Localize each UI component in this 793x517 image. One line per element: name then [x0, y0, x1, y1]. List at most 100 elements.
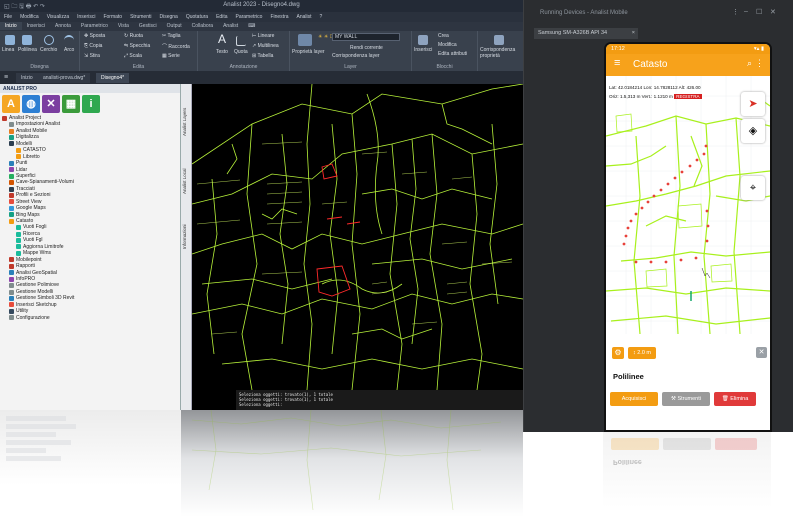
- hamburger-icon[interactable]: ≡: [614, 57, 620, 69]
- delete-button[interactable]: 🗑 Elimina: [714, 392, 756, 406]
- ribbon-tab[interactable]: ⌨: [243, 22, 260, 30]
- close-icon[interactable]: ✕: [770, 8, 776, 16]
- compass-icon[interactable]: ➤: [741, 92, 765, 116]
- ribbon-tab[interactable]: Inizio: [0, 22, 22, 30]
- fillet-button[interactable]: ⌒ Raccorda: [162, 43, 190, 50]
- polyline-button[interactable]: Polilinea: [18, 47, 37, 53]
- insert-block-button[interactable]: Inserisci: [414, 47, 432, 53]
- minimize-icon[interactable]: –: [744, 8, 748, 15]
- stretch-button[interactable]: ⇲ Stira: [84, 53, 100, 59]
- layer-properties-button[interactable]: Proprietà layer: [292, 49, 325, 55]
- search-icon[interactable]: ⌕: [747, 58, 752, 69]
- hamburger-icon[interactable]: ≡: [4, 74, 8, 81]
- copy-button[interactable]: ⎘ Copia: [84, 43, 102, 49]
- menu-item[interactable]: File: [0, 12, 16, 22]
- scale-button[interactable]: ⤢ Scala: [124, 53, 142, 59]
- menu-item[interactable]: Modifica: [16, 12, 43, 22]
- acquire-button[interactable]: Acquisisci: [610, 392, 658, 406]
- line-icon[interactable]: [5, 35, 15, 45]
- menu-item[interactable]: Disegna: [155, 12, 181, 22]
- my-location-icon[interactable]: ⌖: [741, 176, 765, 200]
- multileader-button[interactable]: ↗ Multilinea: [252, 43, 279, 49]
- globe-icon[interactable]: ◍: [22, 95, 40, 113]
- dimension-button[interactable]: Quota: [234, 49, 248, 55]
- rotate-button[interactable]: ↻ Ruota: [124, 33, 143, 39]
- tree-item[interactable]: Configurazione: [2, 315, 180, 321]
- coords-line-2: Oriz: 1.5,313 m Vert.: 1.1210 m REGISTRA: [609, 94, 702, 99]
- vtab-analist-layers[interactable]: Analist Layers: [182, 92, 191, 152]
- menu-item[interactable]: Strumenti: [126, 12, 155, 22]
- dimension-icon[interactable]: [236, 36, 246, 46]
- menu-item[interactable]: Finestra: [266, 12, 292, 22]
- ribbon-tab[interactable]: Inserisci: [22, 22, 50, 30]
- panel-toolbar: A ◍ ✕ ▦ i: [0, 93, 180, 115]
- ribbon-tab[interactable]: Output: [162, 22, 187, 30]
- create-block-button[interactable]: Crea: [438, 33, 449, 39]
- ribbon-tab[interactable]: Analist: [218, 22, 243, 30]
- arc-icon[interactable]: [64, 35, 74, 45]
- layers-icon[interactable]: ◈: [741, 119, 765, 143]
- tree-item-icon: [9, 160, 14, 166]
- map-icon[interactable]: ▦: [62, 95, 80, 113]
- circle-icon[interactable]: [44, 35, 54, 45]
- array-button[interactable]: ▦ Serie: [162, 53, 180, 59]
- satellite-icon[interactable]: ✕: [42, 95, 60, 113]
- ribbon-tab[interactable]: Annota: [50, 22, 76, 30]
- menu-item[interactable]: Formato: [99, 12, 126, 22]
- distance-chip[interactable]: ↕ 2.0 m: [628, 347, 656, 359]
- table-button[interactable]: ⊞ Tabella: [252, 53, 273, 59]
- ribbon-tab[interactable]: Vista: [113, 22, 134, 30]
- match-properties-button[interactable]: Corrispondenza proprietà: [480, 47, 522, 59]
- doc-tab-disegno4[interactable]: Disegno4*: [96, 73, 130, 83]
- more-vert-icon[interactable]: ⋮: [755, 58, 764, 69]
- command-line[interactable]: Seleziona oggetti: trovato(1), 1 totale …: [236, 390, 523, 410]
- tree-item-icon: [16, 244, 21, 250]
- mirror-button[interactable]: ⇋ Specchia: [124, 43, 150, 49]
- edit-attributes-button[interactable]: Edita attributi: [438, 51, 467, 57]
- ribbon-tab[interactable]: Gestisci: [134, 22, 162, 30]
- match-properties-icon[interactable]: [494, 35, 504, 45]
- menu-item[interactable]: Parametrico: [232, 12, 267, 22]
- make-current-button[interactable]: Rendi corrente: [350, 45, 383, 51]
- ribbon-group-properties: Corrispondenza proprietà: [478, 31, 523, 71]
- text-button[interactable]: Testo: [216, 49, 228, 55]
- tree-item-label: Google Maps: [16, 205, 46, 212]
- ribbon-tab[interactable]: Parametrico: [76, 22, 113, 30]
- analist-icon[interactable]: A: [2, 95, 20, 113]
- move-button[interactable]: ✥ Sposta: [84, 33, 105, 39]
- insert-block-icon[interactable]: [418, 35, 428, 45]
- vtab-analist-local[interactable]: Analist Local: [182, 156, 191, 206]
- doc-tab-start[interactable]: Inizio: [16, 73, 38, 83]
- circle-button[interactable]: Cerchio: [40, 47, 57, 53]
- tools-button[interactable]: ⚒ Strumenti: [662, 392, 710, 406]
- menu-item[interactable]: Visualizza: [43, 12, 73, 22]
- ribbon-group-draw: Linea Polilinea Cerchio Arco Disegna: [0, 31, 80, 71]
- text-icon[interactable]: A: [218, 32, 226, 46]
- mobile-map[interactable]: Lat: 42.0184214 Lon: 14.7828112 Alt: 426…: [606, 76, 770, 334]
- layer-stack-icon[interactable]: [298, 34, 312, 46]
- edit-block-button[interactable]: Modifica: [438, 42, 457, 48]
- device-tab[interactable]: Samsung SM-A326B API 34 ×: [534, 28, 638, 39]
- linear-button[interactable]: ⊢ Lineare: [252, 33, 274, 39]
- ribbon-tab[interactable]: Collabora: [187, 22, 218, 30]
- vtab-informazioni[interactable]: Informazioni: [182, 212, 191, 262]
- layer-combo[interactable]: MY WALL: [332, 33, 400, 41]
- settings-icon[interactable]: ⋮: [732, 8, 739, 16]
- menu-item[interactable]: ?: [316, 12, 327, 22]
- menu-item[interactable]: Quotatura: [182, 12, 212, 22]
- match-layer-button[interactable]: Corrispondenza layer: [332, 53, 380, 59]
- line-button[interactable]: Linea: [2, 47, 14, 53]
- close-panel-icon[interactable]: ✕: [756, 347, 767, 358]
- menu-item[interactable]: Edita: [212, 12, 231, 22]
- info-icon[interactable]: i: [82, 95, 100, 113]
- polyline-icon[interactable]: [22, 35, 32, 45]
- trim-button[interactable]: ✂ Taglia: [162, 33, 181, 39]
- gear-icon[interactable]: ⚙: [612, 347, 624, 359]
- doc-tab-analisti[interactable]: analisti-prova.dwg*: [38, 73, 91, 83]
- menu-item[interactable]: Inserisci: [73, 12, 99, 22]
- drawing-canvas[interactable]: [191, 83, 523, 391]
- arc-button[interactable]: Arco: [64, 47, 74, 53]
- maximize-icon[interactable]: ☐: [756, 8, 762, 16]
- close-tab-icon[interactable]: ×: [632, 30, 635, 36]
- menu-item[interactable]: Analist: [293, 12, 316, 22]
